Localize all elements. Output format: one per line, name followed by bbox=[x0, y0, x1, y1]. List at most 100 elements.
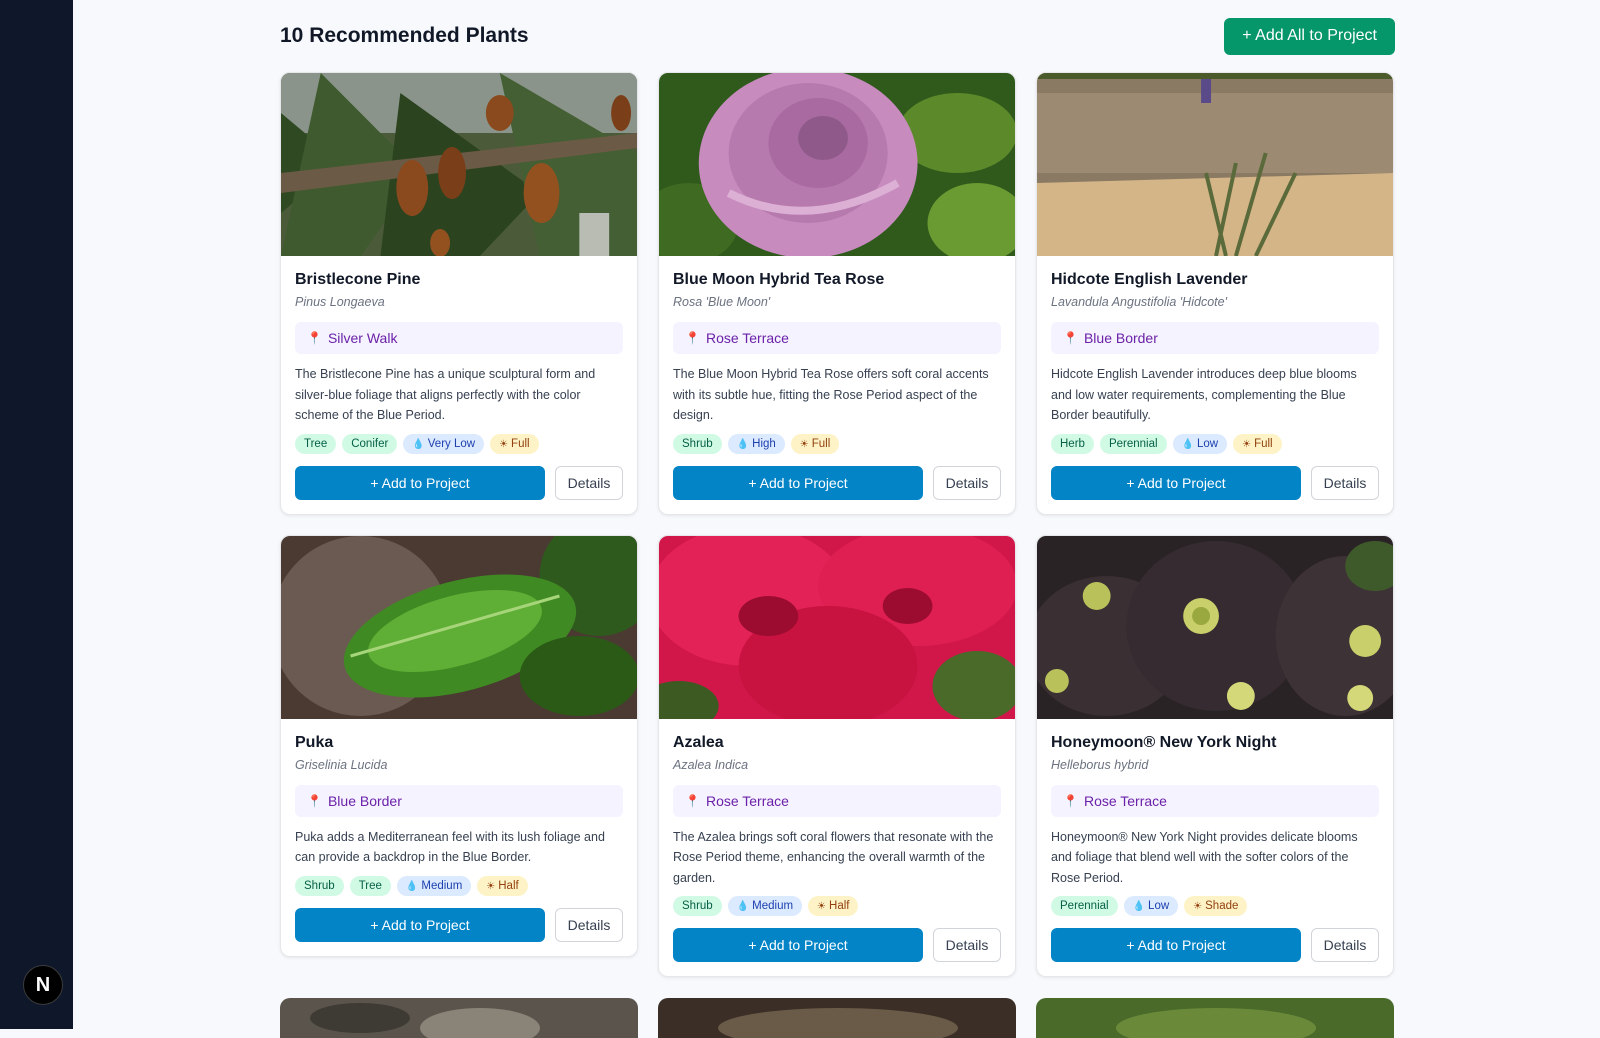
water-drop-icon: 💧 bbox=[1132, 901, 1146, 912]
add-to-project-button[interactable]: + Add to Project bbox=[673, 928, 923, 962]
tag-type: Perennial bbox=[1051, 896, 1118, 916]
details-button[interactable]: Details bbox=[555, 465, 623, 500]
tag-type: Herb bbox=[1051, 433, 1094, 454]
add-to-project-button[interactable]: + Add to Project bbox=[1051, 928, 1301, 962]
tag-water: 💧 Medium bbox=[396, 875, 472, 896]
tag-list: Shrub 💧 Medium ☀ Half bbox=[673, 896, 1001, 916]
add-to-project-button[interactable]: + Add to Project bbox=[1051, 465, 1301, 500]
plant-name: Blue Moon Hybrid Tea Rose bbox=[673, 271, 885, 288]
plant-scientific-name: Helleborus hybrid bbox=[1051, 757, 1149, 772]
tag-sun: ☀ Full bbox=[1233, 433, 1282, 454]
details-button[interactable]: Details bbox=[1311, 465, 1379, 500]
card-actions: + Add to Project Details bbox=[1051, 928, 1379, 962]
map-pin-icon: 📍 bbox=[685, 793, 700, 808]
sun-icon: ☀ bbox=[499, 438, 509, 450]
plant-name: Honeymoon® New York Night bbox=[1051, 733, 1277, 751]
tag-water: 💧 Medium bbox=[727, 896, 803, 916]
tag-sun: ☀ Full bbox=[790, 433, 840, 454]
location-label: Blue Border bbox=[327, 792, 402, 809]
tag-water: 💧 Very Low bbox=[403, 433, 485, 454]
plant-image bbox=[281, 73, 637, 256]
details-button[interactable]: Details bbox=[555, 907, 623, 942]
location-badge: 📍 Rose Terrace bbox=[673, 784, 1001, 817]
plant-image bbox=[1036, 998, 1394, 1038]
location-label: Rose Terrace bbox=[705, 330, 789, 346]
location-badge: 📍 Blue Border bbox=[295, 784, 623, 817]
tag-water-label: Very Low bbox=[427, 437, 476, 450]
tag-water: 💧 Low bbox=[1123, 896, 1179, 916]
water-drop-icon: 💧 bbox=[405, 880, 419, 892]
water-drop-icon: 💧 bbox=[412, 438, 425, 450]
add-all-to-project-button[interactable]: + Add All to Project bbox=[1224, 17, 1395, 55]
map-pin-icon: 📍 bbox=[307, 331, 322, 345]
add-to-project-button[interactable]: + Add to Project bbox=[295, 907, 545, 942]
plant-scientific-name: Rosa 'Blue Moon' bbox=[673, 295, 771, 309]
plant-card: Blue Moon Hybrid Tea Rose Rosa 'Blue Moo… bbox=[658, 72, 1016, 515]
plant-image bbox=[281, 535, 637, 719]
tag-type: Tree bbox=[295, 433, 337, 454]
plant-name: Azalea bbox=[673, 733, 724, 751]
location-label: Blue Border bbox=[1083, 330, 1158, 346]
sun-icon: ☀ bbox=[817, 901, 827, 912]
sun-icon: ☀ bbox=[799, 438, 809, 450]
tag-sun: ☀ Half bbox=[477, 875, 528, 896]
plant-image bbox=[280, 998, 638, 1038]
tag-sun-label: Half bbox=[498, 879, 519, 892]
plant-scientific-name: Lavandula Angustifolia 'Hidcote' bbox=[1051, 295, 1227, 309]
sun-icon: ☀ bbox=[1193, 901, 1203, 912]
tag-type: Tree bbox=[349, 875, 391, 896]
plant-card: Hidcote English Lavender Lavandula Angus… bbox=[1036, 72, 1394, 515]
plant-image bbox=[1037, 535, 1393, 719]
tag-sun-label: Full bbox=[511, 437, 530, 450]
location-label: Rose Terrace bbox=[1083, 792, 1167, 809]
map-pin-icon: 📍 bbox=[307, 793, 322, 808]
plant-description: Hidcote English Lavender introduces deep… bbox=[1051, 367, 1357, 422]
add-to-project-button[interactable]: + Add to Project bbox=[295, 465, 545, 500]
map-pin-icon: 📍 bbox=[1063, 331, 1078, 345]
tag-list: Shrub Tree 💧 Medium ☀ Half bbox=[295, 875, 623, 896]
details-button[interactable]: Details bbox=[1311, 928, 1379, 962]
plant-card: Puka Griselinia Lucida 📍 Blue Border Puk… bbox=[280, 534, 638, 957]
location-label: Rose Terrace bbox=[705, 792, 789, 809]
plant-grid: Bristlecone Pine Pinus Longaeva 📍 Silver… bbox=[280, 72, 1395, 977]
tag-sun: ☀ Shade bbox=[1184, 896, 1248, 916]
page-header: 10 Recommended Plants + Add All to Proje… bbox=[280, 0, 1395, 72]
plant-image bbox=[659, 73, 1015, 256]
add-to-project-button[interactable]: + Add to Project bbox=[673, 465, 923, 500]
plant-name: Puka bbox=[295, 733, 334, 751]
plant-description: Puka adds a Mediterranean feel with its … bbox=[295, 829, 605, 865]
tag-sun: ☀ Full bbox=[490, 433, 539, 454]
sun-icon: ☀ bbox=[1242, 438, 1252, 450]
water-drop-icon: 💧 bbox=[1181, 438, 1194, 450]
tag-water: 💧 High bbox=[727, 433, 785, 454]
map-pin-icon: 📍 bbox=[685, 331, 700, 345]
tag-water-label: Low bbox=[1148, 900, 1170, 912]
details-button[interactable]: Details bbox=[933, 928, 1001, 962]
plant-card: Azalea Azalea Indica 📍 Rose Terrace The … bbox=[658, 534, 1016, 977]
tag-sun-label: Full bbox=[811, 437, 831, 450]
main-content: 10 Recommended Plants + Add All to Proje… bbox=[280, 0, 1395, 977]
tag-type: Shrub bbox=[295, 875, 344, 896]
plant-image bbox=[658, 998, 1016, 1038]
card-actions: + Add to Project Details bbox=[673, 928, 1001, 962]
location-badge: 📍 Blue Border bbox=[1051, 322, 1379, 354]
tag-list: Tree Conifer 💧 Very Low ☀ Full bbox=[295, 433, 623, 454]
water-drop-icon: 💧 bbox=[736, 901, 750, 912]
page-title: 10 Recommended Plants bbox=[280, 24, 529, 47]
tag-type: Conifer bbox=[342, 433, 398, 454]
sun-icon: ☀ bbox=[486, 880, 496, 892]
plant-description: The Bristlecone Pine has a unique sculpt… bbox=[295, 367, 596, 422]
plant-description: Honeymoon® New York Night provides delic… bbox=[1051, 829, 1358, 885]
location-badge: 📍 Silver Walk bbox=[295, 322, 623, 354]
tag-list: Perennial 💧 Low ☀ Shade bbox=[1051, 896, 1379, 916]
tag-water-label: Medium bbox=[421, 879, 463, 892]
tag-sun: ☀ Half bbox=[808, 896, 859, 916]
plant-card: Honeymoon® New York Night Helleborus hyb… bbox=[1036, 534, 1394, 977]
details-button[interactable]: Details bbox=[933, 465, 1001, 500]
plant-name: Bristlecone Pine bbox=[295, 271, 421, 288]
plant-scientific-name: Pinus Longaeva bbox=[295, 295, 385, 309]
tag-water-label: Medium bbox=[752, 900, 794, 912]
app-badge-button[interactable]: N bbox=[23, 965, 63, 1005]
next-row-partial bbox=[280, 998, 1395, 1038]
plant-scientific-name: Azalea Indica bbox=[673, 757, 749, 772]
